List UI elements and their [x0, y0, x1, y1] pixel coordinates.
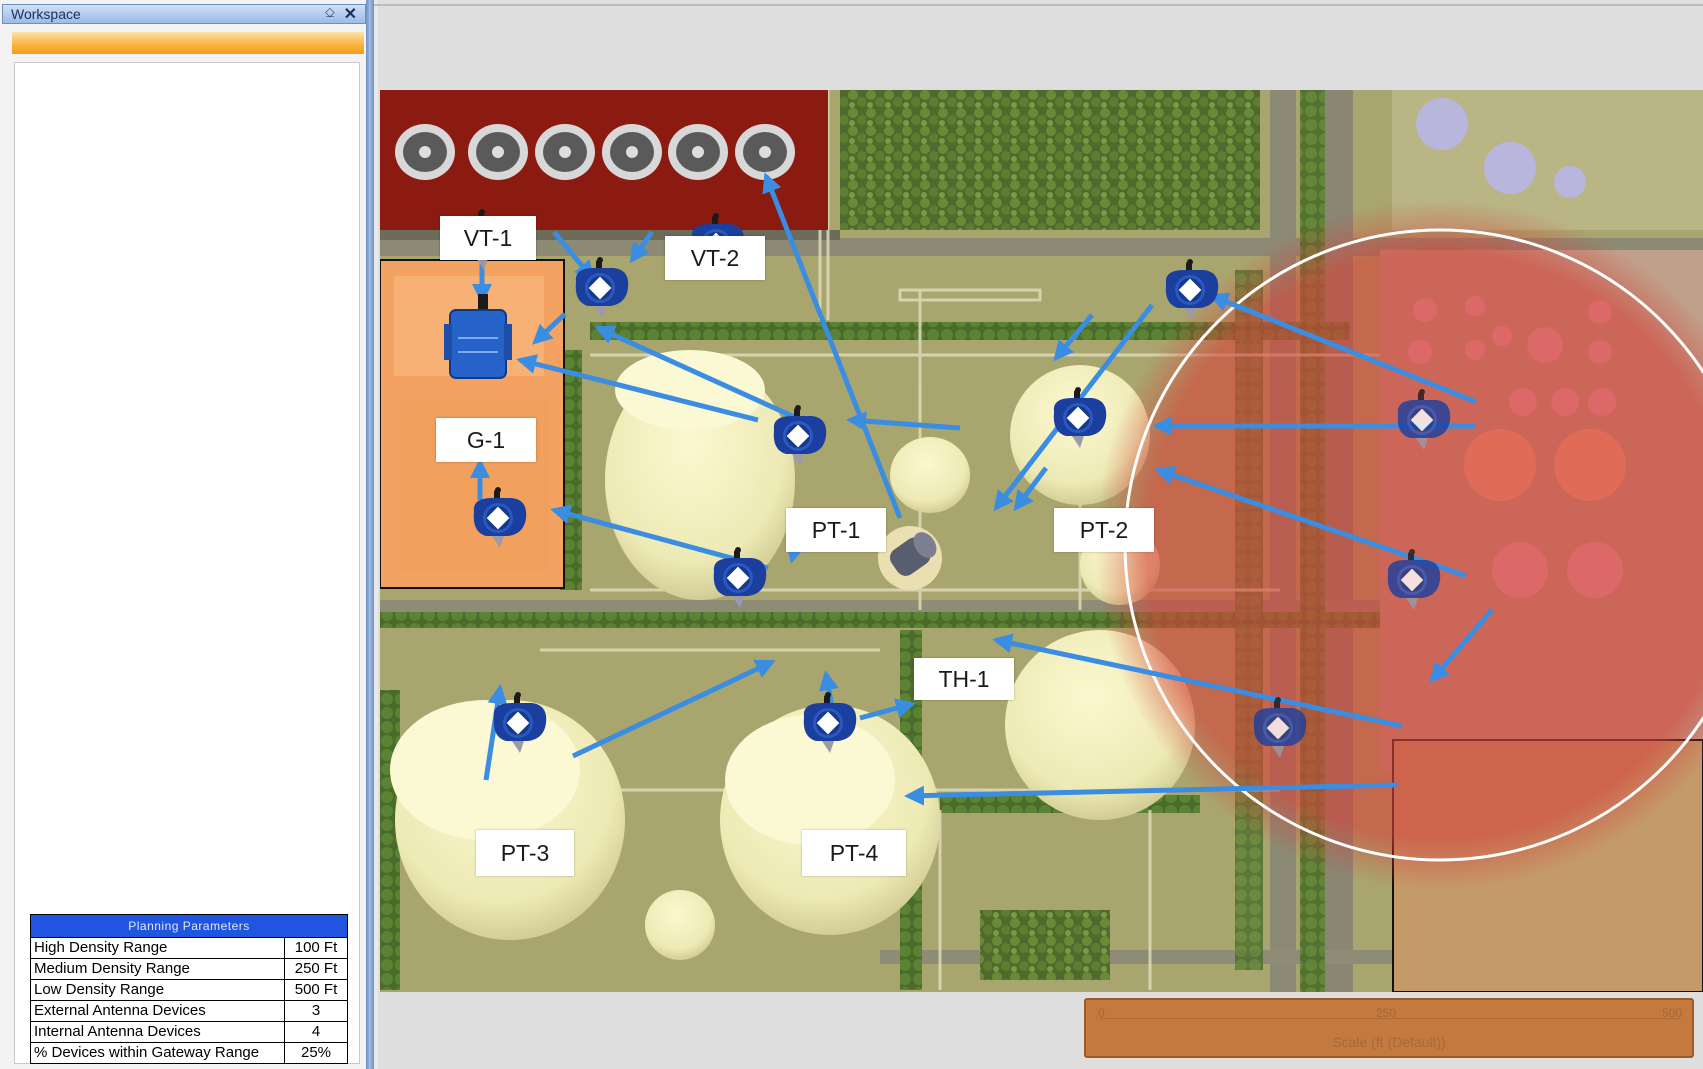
- scale-label: Scale (ft (Default)): [1332, 1034, 1446, 1050]
- panel-splitter[interactable]: [366, 0, 374, 1069]
- forest: [840, 90, 1260, 230]
- tag-vt1: VT-1: [440, 216, 536, 260]
- th1-device-icon[interactable]: [878, 526, 942, 590]
- table-row: Low Density Range 500 Ft: [30, 979, 348, 1001]
- tag-pt3: PT-3: [476, 830, 574, 876]
- scale-tick: 250: [1376, 1006, 1397, 1020]
- table-row: Medium Density Range 250 Ft: [30, 958, 348, 980]
- workspace-panel: Workspace ⎐ ✕ Planning Parameters High D…: [0, 0, 372, 1069]
- plant-map[interactable]: [380, 90, 1703, 992]
- param-value: 4: [284, 1021, 348, 1043]
- table-row: External Antenna Devices 3: [30, 1000, 348, 1022]
- scale-bar: 0 250 500 Scale (ft (Default)): [1084, 998, 1694, 1058]
- pin-icon[interactable]: ⎐: [325, 5, 335, 21]
- table-row: Internal Antenna Devices 4: [30, 1021, 348, 1043]
- param-label: Medium Density Range: [30, 958, 285, 980]
- tag-pt4: PT-4: [802, 830, 906, 876]
- canvas-top-border: [374, 4, 1703, 6]
- param-value: 25%: [284, 1042, 348, 1064]
- param-label: % Devices within Gateway Range: [30, 1042, 285, 1064]
- param-value: 3: [284, 1000, 348, 1022]
- table-row: % Devices within Gateway Range 25%: [30, 1042, 348, 1064]
- table-row: High Density Range 100 Ft: [30, 937, 348, 959]
- workspace-toolbar-strip: [12, 32, 364, 54]
- scale-tick: 500: [1662, 1006, 1683, 1020]
- workspace-title: Workspace: [11, 6, 81, 22]
- workspace-titlebar[interactable]: Workspace ⎐ ✕: [2, 4, 366, 24]
- planning-parameters-table: Planning Parameters High Density Range 10…: [30, 914, 348, 1064]
- tag-pt1: PT-1: [786, 508, 886, 552]
- forest: [980, 910, 1110, 980]
- param-label: High Density Range: [30, 937, 285, 959]
- param-label: Low Density Range: [30, 979, 285, 1001]
- planning-parameters-header: Planning Parameters: [30, 914, 348, 938]
- param-label: External Antenna Devices: [30, 1000, 285, 1022]
- param-value: 500 Ft: [284, 979, 348, 1001]
- param-value: 250 Ft: [284, 958, 348, 980]
- tag-pt2: PT-2: [1054, 508, 1154, 552]
- param-label: Internal Antenna Devices: [30, 1021, 285, 1043]
- close-icon[interactable]: ✕: [344, 4, 357, 24]
- scale-tick: 0: [1098, 1006, 1105, 1020]
- param-value: 100 Ft: [284, 937, 348, 959]
- tag-g1: G-1: [436, 418, 536, 462]
- tag-vt2: VT-2: [665, 236, 765, 280]
- tag-th1: TH-1: [914, 658, 1014, 700]
